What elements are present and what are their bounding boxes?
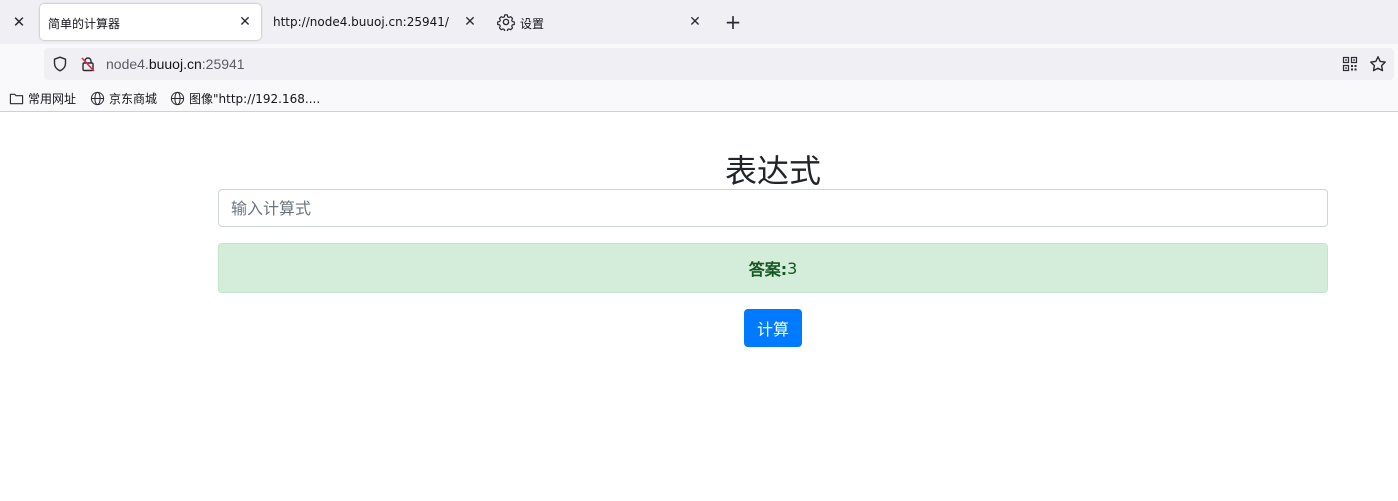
bookmark-label: 京东商城 <box>109 91 158 106</box>
tab-calculator[interactable]: 简单的计算器 ✕ <box>40 4 261 40</box>
bookmark-image[interactable]: 图像"http://192.168.... <box>170 89 320 107</box>
tab-settings[interactable]: 设置 ✕ <box>497 4 715 40</box>
bookmarks-bar: 常用网址 京东商城 图像"http://192.168.... <box>0 84 1398 112</box>
close-icon[interactable]: ✕ <box>8 11 30 33</box>
page-title: 表达式 <box>724 152 821 190</box>
bookmark-folder[interactable]: 常用网址 <box>9 89 76 107</box>
bookmark-jd[interactable]: 京东商城 <box>90 89 157 107</box>
tab-title: 简单的计算器 <box>48 17 121 31</box>
url-host: buuoj.cn <box>148 56 202 72</box>
gear-icon <box>497 14 515 31</box>
tab-title: http://node4.buuoj.cn:25941/ <box>273 15 449 29</box>
tab-close-icon[interactable]: ✕ <box>460 12 480 32</box>
url-port: :25941 <box>201 56 245 72</box>
folder-icon <box>9 93 24 104</box>
navigation-bar: node4.buuoj.cn:25941 <box>0 44 1398 84</box>
new-tab-button[interactable]: + <box>722 10 744 34</box>
qr-code-icon[interactable] <box>1342 56 1358 72</box>
tab-strip: ✕ 简单的计算器 ✕ http://node4.buuoj.cn:25941/ … <box>0 0 1398 44</box>
url-text[interactable]: node4.buuoj.cn:25941 <box>106 56 245 72</box>
answer-value: 3 <box>787 258 798 278</box>
globe-icon <box>90 91 105 105</box>
tab-title: 设置 <box>520 17 545 31</box>
url-bar[interactable]: node4.buuoj.cn:25941 <box>44 48 1394 80</box>
shield-icon[interactable] <box>52 56 68 72</box>
bookmark-star-icon[interactable] <box>1369 55 1387 73</box>
tab-close-icon[interactable]: ✕ <box>685 12 705 32</box>
insecure-lock-icon[interactable] <box>80 56 96 72</box>
tab-node4[interactable]: http://node4.buuoj.cn:25941/ ✕ <box>266 4 484 40</box>
bookmark-label: 常用网址 <box>28 91 77 106</box>
expression-input[interactable] <box>218 189 1328 227</box>
answer-label: 答案: <box>748 260 788 279</box>
answer-alert: 答案: 3 <box>218 243 1328 293</box>
page-content: 表达式 答案:3 计算 <box>0 113 1398 501</box>
bookmark-label: 图像"http://192.168.... <box>189 91 321 106</box>
url-prefix: node4. <box>106 56 149 72</box>
calculate-button[interactable]: 计算 <box>744 309 802 347</box>
tab-close-icon[interactable]: ✕ <box>235 12 255 32</box>
globe-icon <box>170 91 185 105</box>
